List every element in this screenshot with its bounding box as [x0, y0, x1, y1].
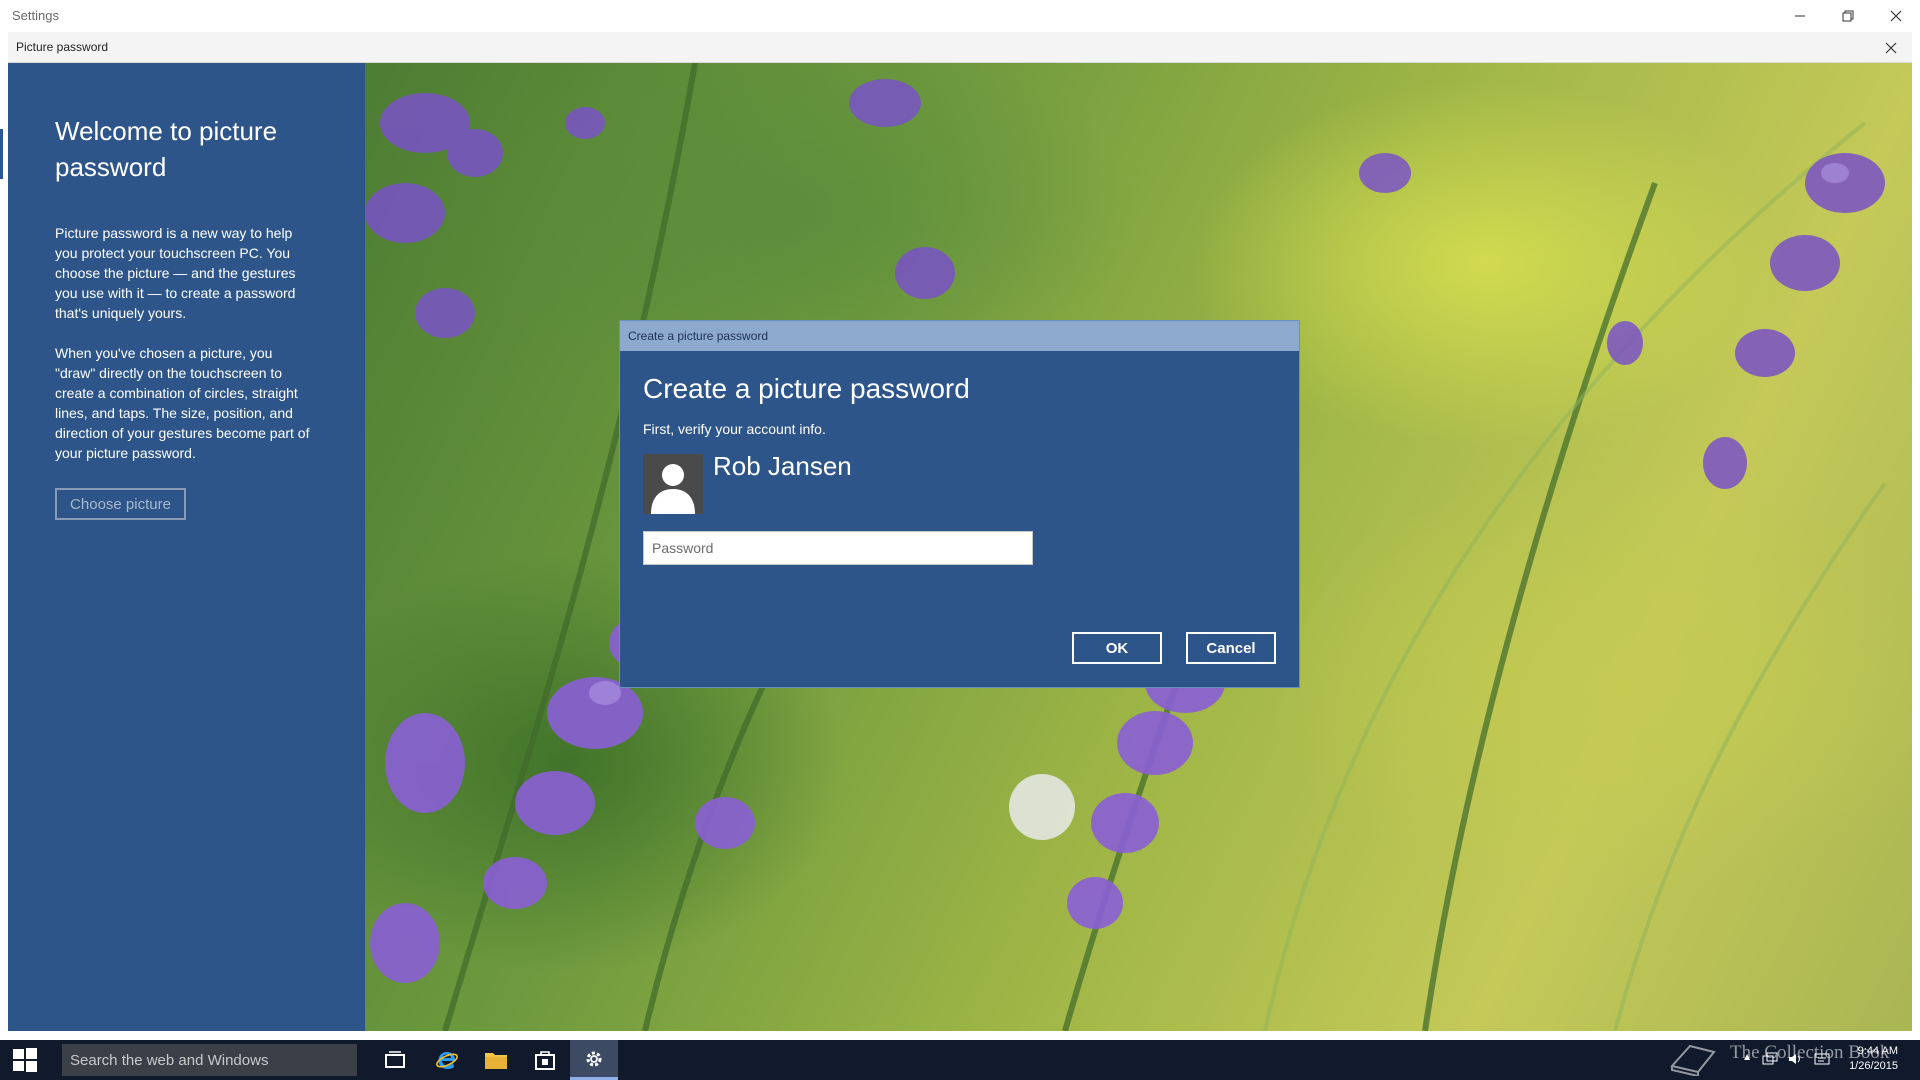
close-window-button[interactable] — [1872, 0, 1920, 31]
window-title: Settings — [12, 8, 59, 23]
taskbar: Search the web and Windows ▲ 9:44 AM 1/2… — [0, 1040, 1920, 1080]
start-button[interactable] — [0, 1040, 50, 1080]
dialog-heading: Create a picture password — [643, 373, 970, 404]
task-view-button[interactable] — [371, 1040, 419, 1080]
close-icon — [1890, 10, 1902, 21]
cancel-button[interactable]: Cancel — [1186, 632, 1276, 664]
settings-background-edge — [0, 63, 8, 1031]
choose-picture-button[interactable]: Choose picture — [55, 488, 186, 520]
internet-explorer-icon — [436, 1052, 458, 1069]
restore-icon — [1842, 10, 1854, 21]
internet-explorer-button[interactable] — [423, 1040, 471, 1080]
gear-icon — [586, 1051, 602, 1066]
folder-icon — [485, 1053, 507, 1069]
gesture-description: When you've chosen a picture, you "draw"… — [55, 345, 310, 461]
watermark-text: The Collection Book — [1730, 1042, 1890, 1063]
ok-button[interactable]: OK — [1072, 632, 1162, 664]
welcome-description: Picture password is a new way to help yo… — [55, 225, 296, 321]
minimize-icon — [1795, 15, 1805, 16]
store-icon — [535, 1051, 555, 1070]
minimize-button[interactable] — [1776, 0, 1824, 31]
selection-indicator — [0, 129, 3, 179]
user-icon — [651, 464, 695, 514]
window-title-bar: Settings — [0, 0, 1920, 31]
close-icon — [1885, 42, 1897, 53]
settings-app-button[interactable] — [570, 1040, 618, 1080]
touch-point-indicator — [1009, 774, 1075, 840]
user-avatar — [643, 454, 703, 514]
taskbar-search-box[interactable]: Search the web and Windows — [62, 1044, 357, 1076]
picture-password-title: Picture password — [16, 40, 109, 54]
dialog-title-bar: Create a picture password — [620, 321, 1299, 351]
close-picture-password-button[interactable] — [1876, 32, 1906, 63]
settings-background-edge-right — [1912, 63, 1920, 1031]
file-explorer-button[interactable] — [472, 1040, 520, 1080]
welcome-panel: Welcome to picture password Picture pass… — [8, 63, 365, 1031]
dialog-window-title: Create a picture password — [628, 329, 769, 343]
picture-password-title-bar: Picture password — [8, 32, 1912, 63]
book-watermark-icon — [1670, 1044, 1716, 1076]
account-username: Rob Jansen — [713, 451, 852, 481]
taskbar-search-placeholder: Search the web and Windows — [70, 1051, 269, 1069]
windows-logo-icon — [13, 1048, 37, 1072]
dialog-subtitle: First, verify your account info. — [643, 421, 826, 437]
window-controls — [1776, 0, 1920, 31]
password-input[interactable] — [643, 531, 1033, 565]
restore-button[interactable] — [1824, 0, 1872, 31]
task-view-icon — [385, 1051, 405, 1068]
welcome-heading: Welcome to picture password — [55, 116, 278, 182]
store-button[interactable] — [521, 1040, 569, 1080]
create-picture-password-dialog: Create a picture password Create a pictu… — [619, 320, 1300, 688]
